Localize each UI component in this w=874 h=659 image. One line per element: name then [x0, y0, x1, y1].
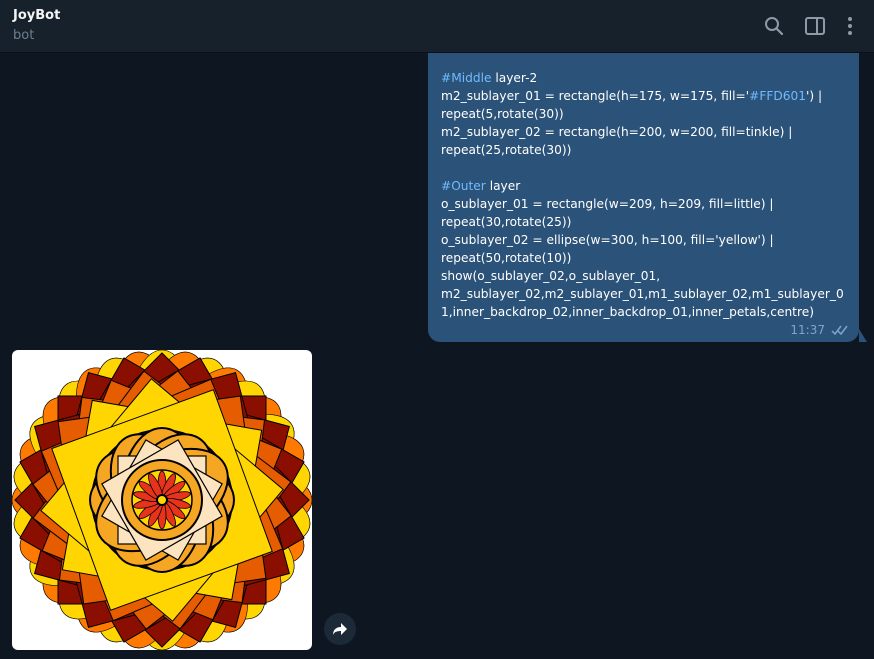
image-message[interactable]: [12, 350, 312, 650]
chat-subtitle: bot: [13, 28, 35, 43]
message-line: m2_sublayer_01 = rectangle(h=175, w=175,…: [441, 89, 750, 103]
more-menu-button[interactable]: [838, 14, 862, 38]
message-line: repeat(30,rotate(25)): [441, 215, 572, 229]
sidebar-toggle-button[interactable]: [803, 14, 827, 38]
chat-title[interactable]: JoyBot: [13, 8, 60, 23]
double-check-icon: [831, 325, 848, 335]
message-line: repeat(25,rotate(30)): [441, 143, 572, 157]
search-icon: [765, 17, 784, 36]
message-line: repeat(50,rotate(10)): [441, 251, 572, 265]
message-line: o_sublayer_01 = rectangle(w=209, h=209, …: [441, 197, 774, 211]
message-line: layer: [485, 179, 521, 193]
hashtag-middle[interactable]: #Middle: [441, 71, 491, 85]
message-line: o_sublayer_02 = ellipse(w=300, h=100, fi…: [441, 233, 774, 247]
mandala-image: [12, 350, 312, 650]
more-vertical-icon: [848, 17, 852, 35]
message-meta: 11:37: [790, 323, 849, 337]
message-line: show(o_sublayer_02,o_sublayer_01,: [441, 269, 661, 283]
chat-header: JoyBot bot: [0, 0, 874, 53]
message-line: ') |: [806, 89, 823, 103]
sidebar-panel-icon: [805, 17, 825, 35]
message-line: layer-2: [491, 71, 538, 85]
message-time: 11:37: [790, 323, 825, 337]
color-value: #FFD601: [749, 89, 806, 103]
message-text: #Middle layer-2 m2_sublayer_01 = rectang…: [441, 69, 846, 321]
forward-button[interactable]: [324, 613, 356, 645]
search-button[interactable]: [762, 14, 786, 38]
bubble-tail: [859, 329, 867, 342]
message-line: m2_sublayer_02 = rectangle(h=200, w=200,…: [441, 125, 793, 139]
message-line: repeat(5,rotate(30)): [441, 107, 564, 121]
hashtag-outer[interactable]: #Outer: [441, 179, 486, 193]
outgoing-message-bubble[interactable]: #Middle layer-2 m2_sublayer_01 = rectang…: [428, 53, 859, 342]
forward-arrow-icon: [333, 623, 347, 635]
message-line: m2_sublayer_02,m2_sublayer_01,m1_sublaye…: [441, 287, 844, 319]
